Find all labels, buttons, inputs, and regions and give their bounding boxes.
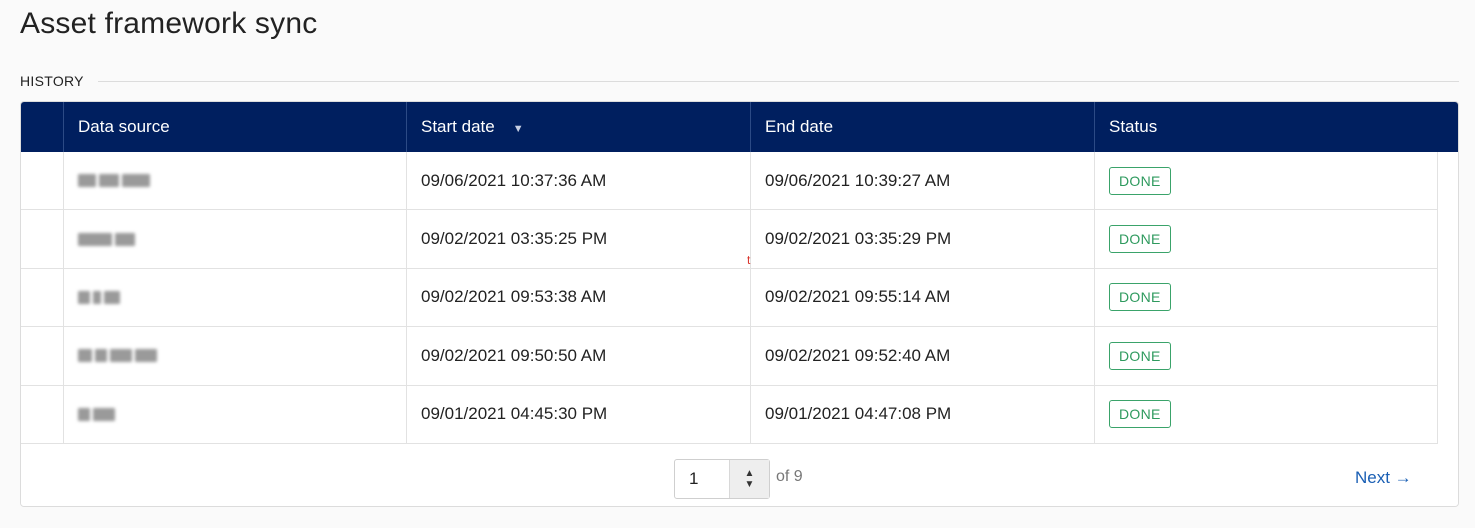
- page-stepper: ▲ ▼: [674, 459, 770, 499]
- table-body: 09/06/2021 10:37:36 AM 09/06/2021 10:39:…: [21, 152, 1437, 444]
- column-header-start-date[interactable]: Start date ▼: [406, 102, 750, 152]
- column-header-end-date[interactable]: End date: [750, 102, 1094, 152]
- redacted-data-source: [78, 174, 150, 188]
- start-date-cell: 09/06/2021 10:37:36 AM: [406, 152, 750, 210]
- end-date-cell: 09/02/2021 09:55:14 AM: [750, 268, 1094, 327]
- history-table: Data source Start date ▼ End date Status…: [20, 101, 1459, 507]
- next-page-link[interactable]: Next →: [1355, 468, 1412, 488]
- column-header-data-source[interactable]: Data source: [63, 102, 406, 152]
- redacted-data-source: [78, 407, 115, 421]
- status-cell: DONE: [1094, 268, 1437, 327]
- vertical-scrollbar[interactable]: [1437, 152, 1458, 444]
- data-source-cell: [63, 268, 406, 327]
- row-select-cell: [21, 327, 63, 384]
- increment-icon[interactable]: ▲: [745, 468, 755, 479]
- status-cell: DONE: [1094, 327, 1437, 385]
- table-row[interactable]: 09/06/2021 10:37:36 AM 09/06/2021 10:39:…: [21, 152, 1437, 211]
- redacted-data-source: [78, 349, 157, 363]
- end-date-cell: 09/01/2021 04:47:08 PM: [750, 385, 1094, 443]
- column-header-label: Status: [1109, 117, 1158, 136]
- status-cell: DONE: [1094, 210, 1437, 268]
- table-row[interactable]: 09/02/2021 09:50:50 AM 09/02/2021 09:52:…: [21, 327, 1437, 386]
- page-title: Asset framework sync: [20, 7, 318, 40]
- page-number-input[interactable]: [675, 460, 729, 498]
- end-date-cell: 09/06/2021 10:39:27 AM: [750, 152, 1094, 210]
- redacted-data-source: [78, 290, 120, 304]
- row-select-cell: [21, 386, 63, 443]
- start-date-cell: 09/02/2021 09:53:38 AM: [406, 268, 750, 327]
- status-badge: DONE: [1109, 283, 1171, 312]
- row-select-cell: [21, 269, 63, 326]
- row-select-cell: [21, 152, 63, 209]
- page: Asset framework sync HISTORY Data source…: [0, 0, 1475, 528]
- column-header-label: Start date: [421, 117, 495, 136]
- column-header-label: Data source: [78, 117, 170, 136]
- status-badge: DONE: [1109, 166, 1171, 195]
- section-divider: [97, 80, 1459, 82]
- decrement-icon[interactable]: ▼: [745, 479, 755, 490]
- stepper-arrows[interactable]: ▲ ▼: [729, 460, 769, 498]
- data-source-cell: [63, 152, 406, 210]
- end-date-cell: 09/02/2021 03:35:29 PM: [750, 210, 1094, 268]
- data-source-cell: [63, 210, 406, 268]
- table-row[interactable]: 09/01/2021 04:45:30 PM 09/01/2021 04:47:…: [21, 385, 1437, 444]
- table-row[interactable]: 09/02/2021 09:53:38 AM 09/02/2021 09:55:…: [21, 268, 1437, 328]
- column-header-label: End date: [765, 117, 834, 136]
- table-header: Data source Start date ▼ End date Status: [21, 102, 1458, 152]
- data-source-cell: [63, 327, 406, 385]
- sort-descending-icon[interactable]: ▼: [513, 123, 524, 135]
- redacted-data-source: [78, 232, 135, 246]
- start-date-cell: 09/02/2021 03:35:25 PM: [406, 210, 750, 268]
- row-select-cell: [21, 210, 63, 267]
- end-date-cell: 09/02/2021 09:52:40 AM: [750, 327, 1094, 385]
- status-badge: DONE: [1109, 341, 1171, 370]
- status-badge: DONE: [1109, 400, 1171, 429]
- section-label: HISTORY: [20, 73, 84, 89]
- section-header: HISTORY: [20, 70, 1459, 92]
- column-header-status[interactable]: Status: [1094, 102, 1458, 152]
- table-row[interactable]: 09/02/2021 03:35:25 PM 09/02/2021 03:35:…: [21, 210, 1437, 269]
- status-cell: DONE: [1094, 152, 1437, 210]
- pagination-bar: ▲ ▼ of 9 Next →: [21, 444, 1458, 506]
- start-date-cell: 09/01/2021 04:45:30 PM: [406, 385, 750, 443]
- start-date-cell: 09/02/2021 09:50:50 AM: [406, 327, 750, 385]
- status-badge: DONE: [1109, 225, 1171, 254]
- status-cell: DONE: [1094, 385, 1437, 443]
- stray-mark: t: [747, 253, 751, 267]
- data-source-cell: [63, 385, 406, 443]
- column-header-select: [21, 102, 63, 152]
- page-total: of 9: [776, 468, 803, 485]
